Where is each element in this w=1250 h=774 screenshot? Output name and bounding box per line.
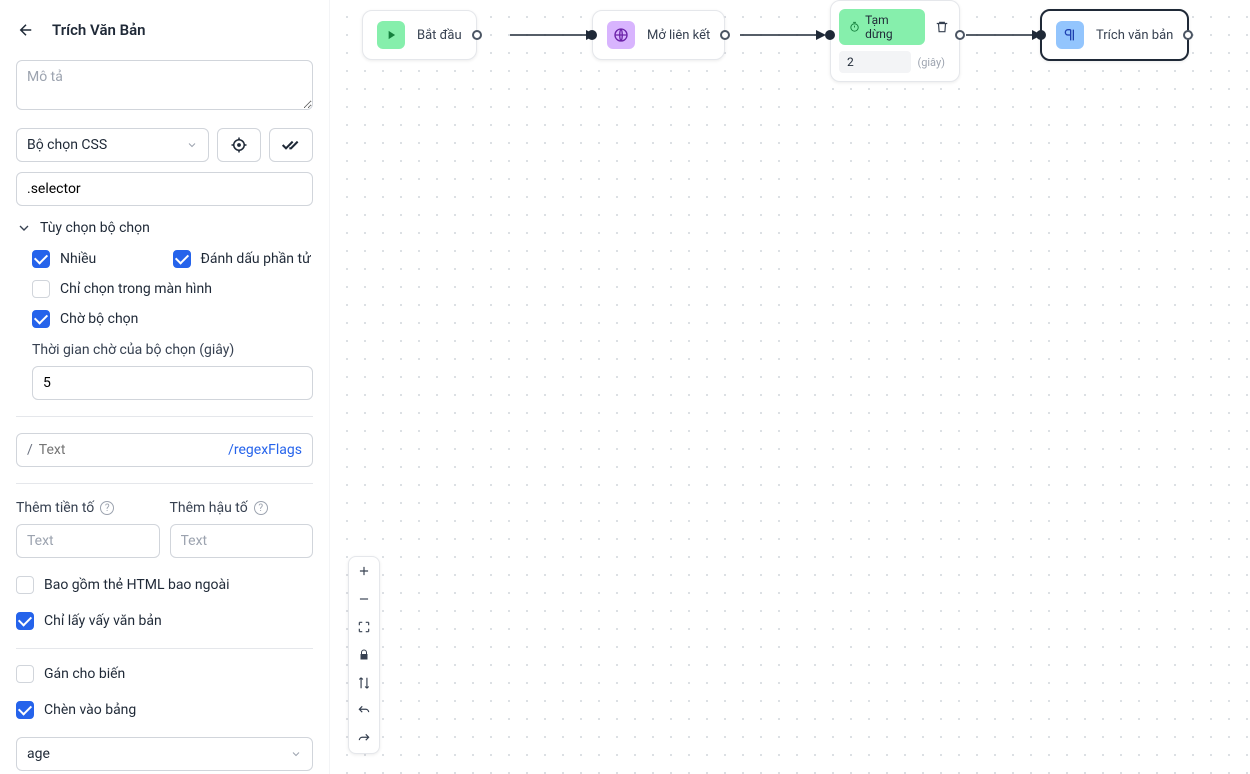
pause-value[interactable]: 2 [839, 51, 911, 73]
lock-icon [358, 649, 370, 661]
node-start[interactable]: Bắt đầu [362, 10, 477, 60]
chevron-down-icon [290, 748, 302, 760]
node-input-port[interactable] [825, 30, 835, 40]
suffix-label: Thêm hậu tố ? [170, 500, 314, 516]
table-column-value: age [27, 746, 50, 762]
node-pause[interactable]: Tạm dừng 2 (giây) [830, 0, 960, 82]
node-label: Bắt đầu [417, 28, 462, 43]
play-icon [377, 21, 405, 49]
delete-node-button[interactable] [933, 18, 951, 36]
arrange-button[interactable] [349, 669, 379, 697]
node-extract-text[interactable]: Trích văn bản [1040, 9, 1189, 61]
panel-title: Trích Văn Bản [52, 21, 146, 39]
suffix-input[interactable] [170, 524, 314, 558]
redo-button[interactable] [349, 725, 379, 753]
prefix-label: Thêm tiền tố ? [16, 500, 160, 516]
wait-timeout-label: Thời gian chờ của bộ chọn (giây) [16, 342, 313, 358]
node-input-port[interactable] [1036, 30, 1046, 40]
node-output-port[interactable] [955, 30, 965, 40]
lock-button[interactable] [349, 641, 379, 669]
paragraph-icon [1056, 21, 1084, 49]
pause-unit: (giây) [917, 56, 951, 69]
workflow-canvas[interactable]: Bắt đầu Mở liên kết Tạm dừng [330, 0, 1250, 774]
selector-options-label: Tùy chọn bộ chọn [40, 220, 150, 236]
plus-icon [357, 564, 371, 578]
node-output-port[interactable] [472, 30, 482, 40]
zoom-in-button[interactable] [349, 557, 379, 585]
stopwatch-icon [849, 21, 860, 33]
minus-icon [357, 592, 371, 606]
prefix-input[interactable] [16, 524, 160, 558]
arrange-icon [357, 676, 371, 690]
checkbox-assign-variable[interactable]: Gán cho biến [16, 665, 313, 683]
node-output-port[interactable] [1183, 30, 1193, 40]
chevron-down-icon [186, 139, 198, 151]
undo-icon [357, 704, 371, 718]
table-column-select[interactable]: age [16, 737, 313, 771]
checkbox-multiple[interactable]: Nhiều [32, 250, 173, 268]
selector-options-toggle[interactable]: Tùy chọn bộ chọn [16, 220, 313, 236]
canvas-toolbar [348, 556, 380, 754]
help-icon[interactable]: ? [100, 501, 114, 515]
checkbox-include-html[interactable]: Bao gồm thẻ HTML bao ngoài [16, 576, 313, 594]
description-input[interactable] [16, 60, 313, 110]
divider [16, 483, 313, 484]
target-picker-button[interactable] [217, 128, 261, 162]
checkbox-text-only[interactable]: Chỉ lấy vấy văn bản [16, 612, 313, 630]
selector-type-label: Bộ chọn CSS [27, 137, 107, 153]
selector-type-dropdown[interactable]: Bộ chọn CSS [16, 128, 209, 162]
node-label: Trích văn bản [1096, 28, 1173, 43]
crosshair-icon [230, 136, 248, 154]
divider [16, 648, 313, 649]
double-check-icon [281, 138, 301, 152]
verify-selector-button[interactable] [269, 128, 313, 162]
globe-icon [607, 21, 635, 49]
trash-icon [935, 20, 949, 34]
checkbox-highlight[interactable]: Đánh dấu phần tử [173, 250, 314, 268]
checkbox-wait-selector[interactable]: Chờ bộ chọn [32, 310, 313, 328]
back-button[interactable] [16, 20, 36, 40]
regex-flags-link[interactable]: /regexFlags [228, 442, 302, 458]
pause-badge: Tạm dừng [839, 9, 925, 45]
regex-pattern-input[interactable] [39, 442, 228, 458]
chevron-down-icon [16, 220, 32, 236]
regex-slash: / [27, 442, 33, 458]
node-label: Mở liên kết [647, 28, 710, 43]
redo-icon [357, 732, 371, 746]
zoom-out-button[interactable] [349, 585, 379, 613]
undo-button[interactable] [349, 697, 379, 725]
node-input-port[interactable] [587, 30, 597, 40]
properties-panel: Trích Văn Bản Bộ chọn CSS Tùy chọn bộ ch… [0, 0, 330, 774]
divider [16, 416, 313, 417]
fit-view-button[interactable] [349, 613, 379, 641]
node-output-port[interactable] [720, 30, 730, 40]
regex-input-row[interactable]: / /regexFlags [16, 433, 313, 467]
checkbox-viewport-only[interactable]: Chỉ chọn trong màn hình [32, 280, 313, 298]
wait-timeout-input[interactable] [32, 366, 313, 400]
help-icon[interactable]: ? [254, 501, 268, 515]
selector-input[interactable] [16, 172, 313, 206]
expand-icon [357, 620, 371, 634]
checkbox-insert-table[interactable]: Chèn vào bảng [16, 701, 313, 719]
node-open-link[interactable]: Mở liên kết [592, 10, 725, 60]
